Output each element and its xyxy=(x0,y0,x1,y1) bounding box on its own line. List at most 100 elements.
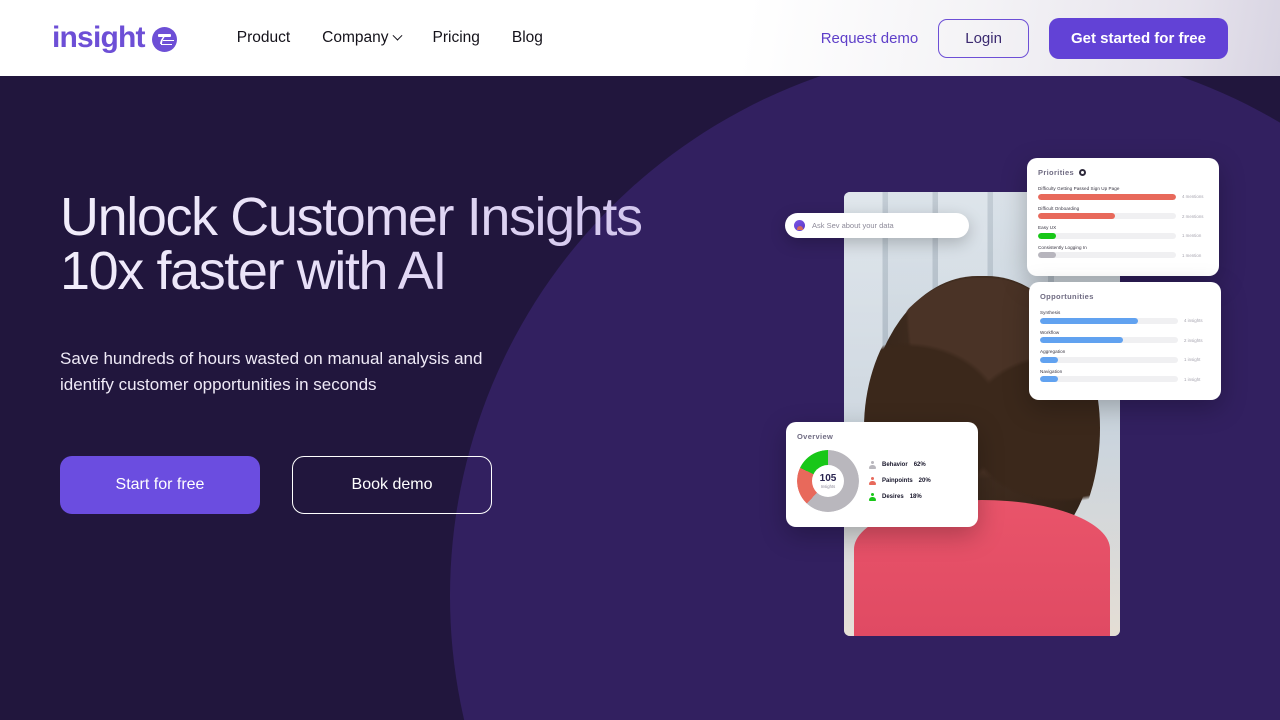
nav-label-blog: Blog xyxy=(511,29,543,46)
opportunity-row-bar-track xyxy=(1040,356,1178,363)
opportunity-row-label: Workflow xyxy=(1040,329,1060,335)
logo[interactable]: insight 7 xyxy=(52,21,177,55)
header-actions: Request demo Login Get started for free xyxy=(821,17,1228,59)
opportunity-row-bar-fill xyxy=(1040,317,1138,324)
priority-row[interactable]: Difficulty Getting Passed Sign Up Page 4 … xyxy=(1038,186,1208,200)
search-placeholder: Ask Sev about your data xyxy=(812,221,894,230)
person-icon xyxy=(869,460,876,470)
opportunities-title: Opportunities xyxy=(1040,292,1094,301)
nav-item-product[interactable]: Product xyxy=(237,29,290,47)
priority-row[interactable]: Difficult Onboarding 2 mentions xyxy=(1038,205,1208,219)
opportunity-row[interactable]: Navigation 1 insight xyxy=(1040,368,1210,382)
opportunities-header: Opportunities xyxy=(1040,292,1210,301)
logo-seven-icon: 7 xyxy=(151,27,177,52)
opportunity-row-count: 1 insight xyxy=(1184,357,1201,362)
priority-row-bar-fill xyxy=(1038,252,1056,258)
priority-row-bar-track xyxy=(1038,193,1176,200)
opportunity-row-count: 1 insight xyxy=(1184,376,1201,382)
overview-header: Overview xyxy=(797,432,967,441)
priority-row-count: 2 mentions xyxy=(1182,213,1204,219)
request-demo-link[interactable]: Request demo xyxy=(821,30,919,47)
priority-row[interactable]: Easy UX 1 mention xyxy=(1038,225,1208,239)
opportunity-row-bar-line: 1 insight xyxy=(1040,376,1210,382)
opportunity-row-label: Aggregation xyxy=(1040,349,1066,354)
donut-center: 105 Insights xyxy=(812,465,844,497)
overview-card: Overview 105 Insights Behavior 62% Painpoi… xyxy=(786,422,978,527)
nav-label-product: Product xyxy=(236,29,291,46)
priority-row-bar-line: 2 mentions xyxy=(1038,213,1208,219)
insights-donut-chart: 105 Insights xyxy=(797,450,859,512)
hero-copy: Unlock Customer Insights 10x faster with… xyxy=(60,190,700,514)
overview-legend-name: Behavior xyxy=(882,462,908,468)
get-started-button[interactable]: Get started for free xyxy=(1048,17,1228,59)
overview-legend: Behavior 62% Painpoints 20% Desires 18% xyxy=(869,460,931,502)
person-icon xyxy=(869,492,876,502)
overview-legend-value: 18% xyxy=(909,494,922,500)
overview-legend-row: Painpoints 20% xyxy=(869,476,931,486)
opportunity-row[interactable]: Synthesis 4 insights xyxy=(1040,310,1210,324)
opportunity-row-bar-track xyxy=(1040,317,1178,324)
insights-count: 105 xyxy=(819,473,837,484)
priority-row-label: Difficult Onboarding xyxy=(1038,205,1080,211)
priority-row-bar-track xyxy=(1038,252,1176,258)
priority-row-label: Consistently Logging In xyxy=(1038,244,1087,250)
priority-row-count: 1 mention xyxy=(1182,252,1202,258)
opportunity-row-count: 4 insights xyxy=(1184,318,1203,323)
overview-legend-row: Desires 18% xyxy=(869,492,931,502)
priorities-header: Priorities xyxy=(1038,168,1208,177)
priorities-title: Priorities xyxy=(1038,168,1075,177)
overview-legend-value: 62% xyxy=(913,462,926,468)
opportunity-row[interactable]: Aggregation 1 insight xyxy=(1040,349,1210,363)
priority-row[interactable]: Consistently Logging In 1 mention xyxy=(1038,244,1208,258)
priority-row-label: Easy UX xyxy=(1038,225,1057,230)
overview-legend-value: 20% xyxy=(918,478,931,484)
start-for-free-button[interactable]: Start for free xyxy=(60,455,260,514)
main-nav: Product Company Pricing Blog xyxy=(237,29,543,47)
book-demo-button[interactable]: Book demo xyxy=(292,455,492,514)
priority-row-label: Difficulty Getting Passed Sign Up Page xyxy=(1038,186,1120,191)
hero-visual: Ask Sev about your data Priorities Diffi… xyxy=(760,140,1280,636)
opportunity-row-count: 2 insights xyxy=(1184,337,1203,343)
nav-item-pricing[interactable]: Pricing xyxy=(433,29,480,47)
opportunity-row-bar-fill xyxy=(1040,376,1058,382)
gear-icon[interactable] xyxy=(1079,169,1087,176)
login-button[interactable]: Login xyxy=(938,18,1029,58)
nav-item-company[interactable]: Company xyxy=(322,29,402,47)
overview-title: Overview xyxy=(797,432,834,441)
chevron-down-icon xyxy=(392,30,402,41)
priority-row-bar-line: 1 mention xyxy=(1038,252,1208,258)
priority-row-bar-fill xyxy=(1038,232,1056,239)
overview-legend-name: Painpoints xyxy=(882,478,913,484)
priorities-card: Priorities Difficulty Getting Passed Sig… xyxy=(1027,158,1219,276)
opportunity-row-bar-line: 1 insight xyxy=(1040,356,1210,363)
insights-label: Insights xyxy=(820,484,836,489)
opportunities-list: Synthesis 4 insights Workflow 2 insights Agg… xyxy=(1040,310,1210,382)
priority-row-bar-track xyxy=(1038,232,1176,239)
overview-body: 105 Insights Behavior 62% Painpoints 20% Des… xyxy=(797,450,967,512)
opportunity-row-bar-line: 4 insights xyxy=(1040,317,1210,324)
page-title: Unlock Customer Insights 10x faster with… xyxy=(60,190,700,298)
nav-label-company: Company xyxy=(322,29,389,46)
opportunity-row-bar-track xyxy=(1040,337,1178,343)
priority-row-bar-line: 1 mention xyxy=(1038,232,1208,239)
nav-item-blog[interactable]: Blog xyxy=(512,29,543,47)
priority-row-count: 1 mention xyxy=(1182,233,1202,238)
hero-subtitle: Save hundreds of hours wasted on manual … xyxy=(60,349,483,394)
priorities-list: Difficulty Getting Passed Sign Up Page 4 … xyxy=(1038,186,1208,258)
landing-page: insight 7 Product Company Pricing Blog R… xyxy=(0,0,1280,720)
opportunity-row[interactable]: Workflow 2 insights xyxy=(1040,329,1210,343)
overview-legend-name: Desires xyxy=(882,494,904,500)
opportunity-row-bar-fill xyxy=(1040,337,1123,343)
hero-cta-row: Start for free Book demo xyxy=(60,455,700,514)
logo-seven-glyph: 7 xyxy=(158,31,166,47)
opportunities-card: Opportunities Synthesis 4 insights Workflo… xyxy=(1029,282,1221,400)
assistant-avatar-icon xyxy=(794,220,805,231)
priority-row-bar-track xyxy=(1038,213,1176,219)
opportunity-row-bar-line: 2 insights xyxy=(1040,337,1210,343)
opportunity-row-bar-track xyxy=(1040,376,1178,382)
opportunity-row-label: Navigation xyxy=(1040,368,1063,374)
overview-legend-row: Behavior 62% xyxy=(869,460,931,470)
ask-sev-search-bar[interactable]: Ask Sev about your data xyxy=(785,213,969,238)
person-icon xyxy=(869,476,876,486)
priority-row-bar-fill xyxy=(1038,193,1176,200)
